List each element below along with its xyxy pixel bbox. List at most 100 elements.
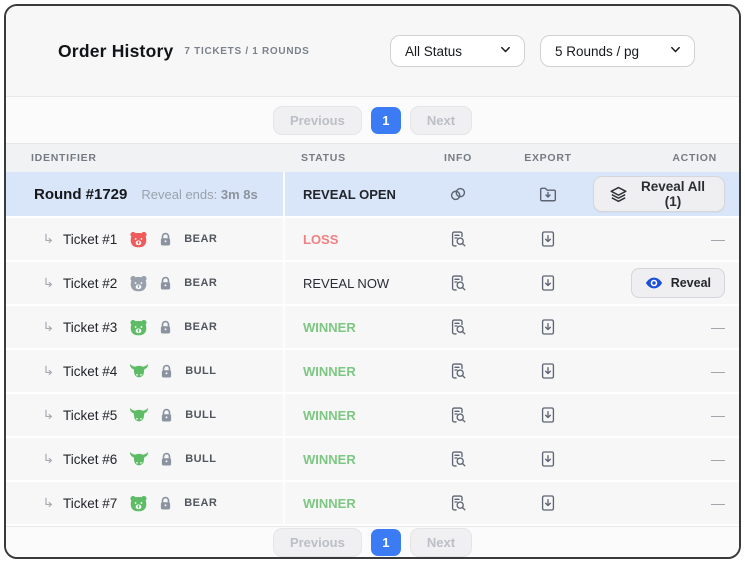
ticket-info-file-search-icon[interactable] (446, 359, 470, 383)
ticket-status-cell: WINNER (283, 350, 413, 392)
status-filter-value: All Status (405, 44, 462, 59)
position-label: BEAR (184, 321, 217, 333)
ticket-info-file-search-icon[interactable] (446, 315, 470, 339)
ticket-export-file-download-icon[interactable] (536, 359, 560, 383)
page-number-button[interactable]: 1 (371, 529, 401, 556)
lock-icon (158, 276, 173, 291)
ticket-status-cell: WINNER (283, 482, 413, 524)
ticket-identifier: Ticket #7 BEAR (6, 482, 283, 524)
ticket-name: Ticket #2 (63, 276, 117, 291)
round-export-folder-download-icon[interactable] (536, 182, 560, 206)
no-action-dash: — (711, 495, 725, 511)
column-status: STATUS (283, 152, 413, 164)
tickets-rounds-count: 7 TICKETS / 1 ROUNDS (184, 46, 309, 57)
ticket-info-file-search-icon[interactable] (446, 403, 470, 427)
filters: All Status 5 Rounds / pg (390, 35, 695, 67)
round-row: Round #1729 Reveal ends: 3m 8s REVEAL OP… (6, 172, 739, 218)
bear-icon (129, 274, 148, 293)
ticket-export-file-download-icon[interactable] (536, 491, 560, 515)
ticket-info-file-search-icon[interactable] (446, 227, 470, 251)
position-label: BEAR (184, 277, 217, 289)
round-name: Round #1729 (34, 186, 127, 203)
ticket-identifier: Ticket #6 BULL (6, 438, 283, 480)
bull-icon (129, 405, 149, 425)
panel-header: Order History 7 TICKETS / 1 ROUNDS All S… (6, 6, 739, 96)
ticket-status-cell: WINNER (283, 394, 413, 436)
layers-icon (609, 185, 628, 204)
ticket-status: WINNER (303, 364, 356, 379)
ticket-status: WINNER (303, 496, 356, 511)
ticket-row: Ticket #6 BULL WINNER — (6, 438, 739, 482)
child-arrow-icon (43, 453, 55, 465)
bull-icon (129, 361, 149, 381)
reveal-countdown: Reveal ends: 3m 8s (141, 187, 257, 202)
reveal-button[interactable]: Reveal (631, 268, 725, 298)
reveal-all-button[interactable]: Reveal All (1) (593, 176, 725, 212)
reveal-countdown-value: 3m 8s (221, 187, 258, 202)
ticket-status: LOSS (303, 232, 338, 247)
table-header: IDENTIFIER STATUS INFO EXPORT ACTION (6, 143, 739, 172)
no-action-dash: — (711, 407, 725, 423)
ticket-export-file-download-icon[interactable] (536, 447, 560, 471)
ticket-status-cell: WINNER (283, 438, 413, 480)
no-action-dash: — (711, 451, 725, 467)
ticket-info-file-search-icon[interactable] (446, 447, 470, 471)
bear-icon (129, 230, 148, 249)
round-link-icon[interactable] (446, 182, 470, 206)
ticket-info-file-search-icon[interactable] (446, 491, 470, 515)
status-filter-select[interactable]: All Status (390, 35, 525, 67)
ticket-row: Ticket #2 BEAR REVEAL NOW Reveal (6, 262, 739, 306)
column-export: EXPORT (503, 152, 593, 164)
position-label: BEAR (184, 233, 217, 245)
ticket-identifier: Ticket #5 BULL (6, 394, 283, 436)
ticket-export-file-download-icon[interactable] (536, 227, 560, 251)
page-number-button[interactable]: 1 (371, 107, 401, 134)
lock-icon (159, 364, 174, 379)
ticket-status: WINNER (303, 452, 356, 467)
child-arrow-icon (43, 277, 55, 289)
ticket-name: Ticket #4 (63, 364, 117, 379)
child-arrow-icon (43, 233, 55, 245)
ticket-name: Ticket #6 (63, 452, 117, 467)
pagination-bottom: Previous 1 Next (6, 526, 739, 557)
ticket-identifier: Ticket #1 BEAR (6, 218, 283, 260)
column-info: INFO (413, 152, 503, 164)
previous-page-button[interactable]: Previous (273, 106, 362, 135)
page-title: Order History (58, 41, 173, 62)
position-label: BEAR (184, 497, 217, 509)
round-status: REVEAL OPEN (303, 187, 396, 202)
lock-icon (159, 452, 174, 467)
ticket-export-file-download-icon[interactable] (536, 271, 560, 295)
ticket-row: Ticket #3 BEAR WINNER — (6, 306, 739, 350)
ticket-export-file-download-icon[interactable] (536, 315, 560, 339)
position-label: BULL (185, 453, 216, 465)
reveal-button-label: Reveal (671, 276, 711, 290)
child-arrow-icon (43, 365, 55, 377)
reveal-all-label: Reveal All (1) (637, 179, 709, 209)
next-page-button[interactable]: Next (410, 106, 472, 135)
ticket-identifier: Ticket #2 BEAR (6, 262, 283, 304)
lock-icon (158, 232, 173, 247)
column-action: ACTION (593, 152, 739, 164)
previous-page-button[interactable]: Previous (273, 528, 362, 557)
lock-icon (158, 320, 173, 335)
ticket-info-file-search-icon[interactable] (446, 271, 470, 295)
ticket-status-cell: LOSS (283, 218, 413, 260)
ticket-name: Ticket #5 (63, 408, 117, 423)
ticket-status: REVEAL NOW (303, 276, 389, 291)
chevron-down-icon (661, 43, 682, 59)
ticket-row: Ticket #5 BULL WINNER — (6, 394, 739, 438)
ticket-rows: Ticket #1 BEAR LOSS — Ticke (6, 218, 739, 526)
eye-icon (645, 274, 663, 292)
child-arrow-icon (43, 409, 55, 421)
ticket-row: Ticket #4 BULL WINNER — (6, 350, 739, 394)
no-action-dash: — (711, 363, 725, 379)
page-size-select[interactable]: 5 Rounds / pg (540, 35, 695, 67)
lock-icon (159, 408, 174, 423)
ticket-row: Ticket #7 BEAR WINNER — (6, 482, 739, 526)
ticket-status-cell: WINNER (283, 306, 413, 348)
page-size-value: 5 Rounds / pg (555, 44, 639, 59)
no-action-dash: — (711, 231, 725, 247)
next-page-button[interactable]: Next (410, 528, 472, 557)
ticket-export-file-download-icon[interactable] (536, 403, 560, 427)
